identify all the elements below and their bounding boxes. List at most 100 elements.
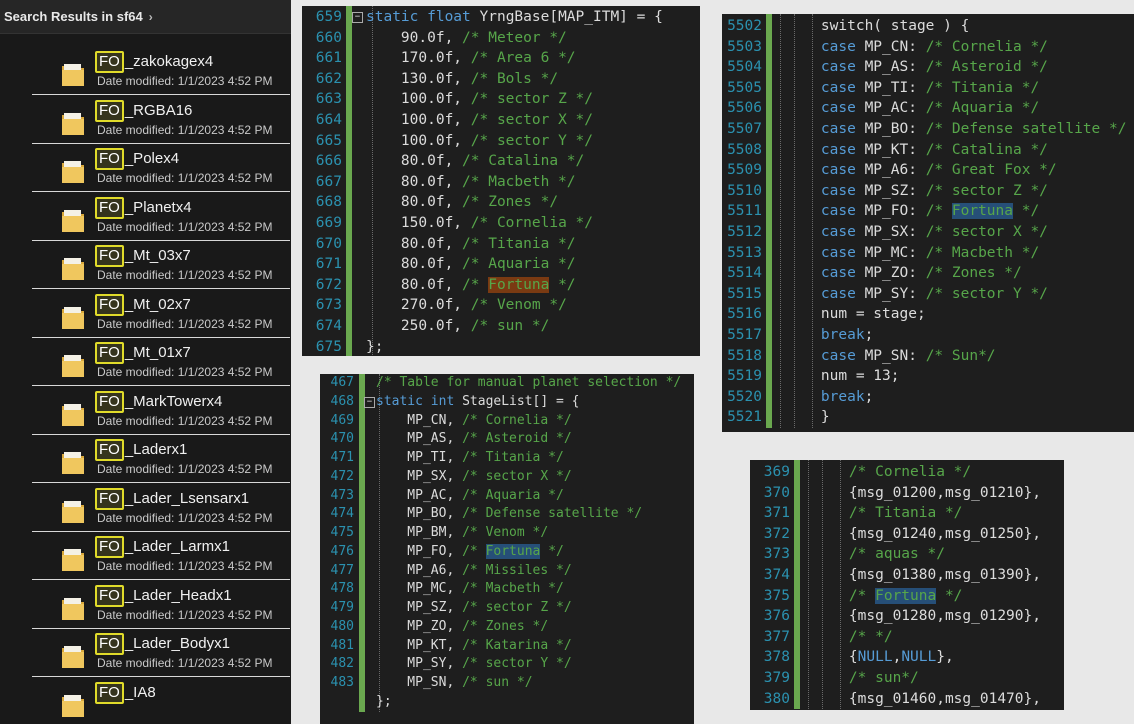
code-line[interactable]: MP_A6, /* Missiles */ [376, 562, 571, 581]
search-match-highlight: Fortuna [951, 203, 1013, 220]
code-line[interactable]: case MP_BO: /* Defense satellite */ [786, 119, 1127, 140]
code-line[interactable]: 80.0f, /* Fortuna */ [366, 275, 576, 296]
code-line[interactable]: /* Table for manual planet selection */ [376, 374, 681, 393]
code-line[interactable]: 100.0f, /* sector X */ [366, 110, 593, 131]
code-line[interactable]: {NULL,NULL}, [814, 647, 954, 668]
code-line[interactable]: {msg_01460,msg_01470}, [814, 689, 1041, 710]
code-line[interactable]: case MP_ZO: /* Zones */ [786, 263, 1022, 284]
code-line[interactable]: MP_CN, /* Cornelia */ [376, 412, 571, 431]
file-row[interactable]: FO _Lader_Headx1 Date modified: 1/1/2023 4… [32, 581, 290, 629]
search-match-highlight: FO [95, 633, 124, 655]
file-name: FO _Laderx1 [95, 439, 187, 461]
code-line[interactable]: case MP_MC: /* Macbeth */ [786, 243, 1039, 264]
code-line[interactable]: 100.0f, /* sector Y */ [366, 131, 593, 152]
file-row[interactable]: FO _Laderx1 Date modified: 1/1/2023 4:52 P… [32, 435, 290, 483]
code-token: MP_ZO, [376, 618, 463, 634]
file-row[interactable]: FO _Mt_02x7 Date modified: 1/1/2023 4:52 P… [32, 290, 290, 338]
code-line[interactable]: MP_SN, /* sun */ [376, 674, 532, 693]
code-line[interactable]: 80.0f, /* Zones */ [366, 192, 558, 213]
code-line[interactable]: /* Titania */ [814, 503, 963, 524]
code-line[interactable]: {msg_01380,msg_01390}, [814, 565, 1041, 586]
code-line[interactable]: {msg_01280,msg_01290}, [814, 606, 1041, 627]
code-line[interactable]: MP_ZO, /* Zones */ [376, 618, 548, 637]
code-line[interactable]: /* */ [814, 627, 893, 648]
code-line[interactable]: 80.0f, /* Macbeth */ [366, 172, 576, 193]
code-line[interactable]: 90.0f, /* Meteor */ [366, 28, 567, 49]
code-line[interactable]: 100.0f, /* sector Z */ [366, 89, 593, 110]
code-line[interactable]: 170.0f, /* Area 6 */ [366, 48, 576, 69]
code-line[interactable]: }; [366, 337, 383, 356]
code-line[interactable]: break; [786, 387, 873, 408]
file-row[interactable]: FO _IA8 [32, 678, 290, 724]
code-line[interactable]: 250.0f, /* sun */ [366, 316, 549, 337]
file-row[interactable]: FO _Mt_01x7 Date modified: 1/1/2023 4:52 P… [32, 338, 290, 386]
code-panel-switch-stage[interactable]: 5502 switch( stage ) {5503 case MP_CN: /… [722, 14, 1134, 432]
code-panel-yrngbase[interactable]: −659 static float YrngBase[MAP_ITM] = {66… [302, 6, 700, 356]
code-line[interactable]: MP_SZ, /* sector Z */ [376, 599, 571, 618]
file-row[interactable]: FO _zakokagex4 Date modified: 1/1/2023 4:5… [32, 47, 290, 95]
code-line[interactable]: {msg_01200,msg_01210}, [814, 483, 1041, 504]
code-line[interactable]: case MP_SY: /* sector Y */ [786, 284, 1048, 305]
code-line[interactable]: MP_FO, /* Fortuna */ [376, 543, 564, 562]
code-line[interactable]: MP_MC, /* Macbeth */ [376, 580, 564, 599]
code-line[interactable]: case MP_AS: /* Asteroid */ [786, 57, 1048, 78]
collapse-toggle-icon[interactable]: − [352, 11, 363, 23]
code-line[interactable]: static float YrngBase[MAP_ITM] = { [366, 7, 663, 28]
file-row[interactable]: FO _Lader_Bodyx1 Date modified: 1/1/2023 4… [32, 629, 290, 677]
code-line[interactable]: /* Cornelia */ [814, 462, 971, 483]
code-line[interactable]: case MP_SN: /* Sun*/ [786, 346, 996, 367]
code-line[interactable]: 130.0f, /* Bols */ [366, 69, 558, 90]
code-line[interactable]: break; [786, 325, 873, 346]
code-line[interactable]: MP_AS, /* Asteroid */ [376, 430, 571, 449]
code-token: MP_SN, [376, 675, 463, 690]
code-line[interactable]: case MP_TI: /* Titania */ [786, 78, 1039, 99]
code-line[interactable]: }; [376, 693, 392, 712]
file-row[interactable]: FO _RGBA16 Date modified: 1/1/2023 4:52 PM [32, 96, 290, 144]
code-line[interactable]: MP_BO, /* Defense satellite */ [376, 505, 642, 524]
code-token: }, [936, 649, 954, 666]
code-line[interactable]: MP_SY, /* sector Y */ [376, 655, 571, 674]
code-line[interactable]: 80.0f, /* Catalina */ [366, 151, 584, 172]
code-line[interactable]: MP_AC, /* Aquaria */ [376, 487, 564, 506]
file-row[interactable]: FO _Polex4 Date modified: 1/1/2023 4:52 PM [32, 144, 290, 192]
code-line[interactable]: case MP_AC: /* Aquaria */ [786, 98, 1039, 119]
file-row[interactable]: FO _Mt_03x7 Date modified: 1/1/2023 4:52 P… [32, 241, 290, 289]
code-line[interactable]: 80.0f, /* Aquaria */ [366, 254, 576, 275]
code-line[interactable]: case MP_SX: /* sector X */ [786, 222, 1048, 243]
code-line[interactable]: static int StageList[] = { [376, 393, 580, 412]
code-line[interactable]: case MP_A6: /* Great Fox */ [786, 160, 1057, 181]
code-token: MP_CN: [864, 38, 926, 55]
code-line[interactable]: case MP_FO: /* Fortuna */ [786, 201, 1039, 222]
breadcrumb[interactable]: Search Results in sf64 › [0, 0, 291, 34]
collapse-toggle-icon[interactable]: − [364, 396, 375, 408]
code-line[interactable]: 150.0f, /* Cornelia */ [366, 213, 593, 234]
code-line[interactable]: switch( stage ) { [786, 16, 969, 37]
code-line[interactable]: MP_BM, /* Venom */ [376, 524, 548, 543]
chevron-right-icon[interactable]: › [149, 10, 153, 24]
code-line[interactable]: /* sun*/ [814, 668, 919, 689]
code-line[interactable]: case MP_CN: /* Cornelia */ [786, 37, 1048, 58]
line-number: 379 [763, 670, 790, 686]
line-number: 5509 [727, 162, 762, 179]
code-line[interactable]: MP_KT, /* Katarina */ [376, 637, 571, 656]
code-panel-stagelist[interactable]: −467 /* Table for manual planet selection… [320, 374, 694, 724]
code-line[interactable]: 80.0f, /* Titania */ [366, 234, 576, 255]
file-row[interactable]: FO _Lader_Larmx1 Date modified: 1/1/2023 4… [32, 532, 290, 580]
code-line[interactable]: case MP_SZ: /* sector Z */ [786, 181, 1048, 202]
folder-icon [62, 161, 84, 183]
code-line[interactable]: {msg_01240,msg_01250}, [814, 524, 1041, 545]
code-line[interactable]: } [786, 407, 830, 428]
code-panel-msg-table[interactable]: 369 /* Cornelia */ 370 {msg_01200,msg_012… [750, 460, 1064, 710]
code-line[interactable]: num = 13; [786, 366, 900, 387]
file-row[interactable]: FO _Lader_Lsensarx1 Date modified: 1/1/202… [32, 484, 290, 532]
code-line[interactable]: case MP_KT: /* Catalina */ [786, 140, 1048, 161]
date-modified: Date modified: 1/1/2023 4:52 PM [97, 510, 273, 525]
code-line[interactable]: 270.0f, /* Venom */ [366, 295, 567, 316]
code-line[interactable]: MP_TI, /* Titania */ [376, 449, 564, 468]
code-line[interactable]: /* aquas */ [814, 544, 945, 565]
code-line[interactable]: MP_SX, /* sector X */ [376, 468, 571, 487]
code-line[interactable]: /* Fortuna */ [814, 586, 962, 607]
file-row[interactable]: FO _MarkTowerx4 Date modified: 1/1/2023 4:… [32, 387, 290, 435]
code-line[interactable]: num = stage; [786, 304, 926, 325]
file-row[interactable]: FO _Planetx4 Date modified: 1/1/2023 4:52 … [32, 193, 290, 241]
